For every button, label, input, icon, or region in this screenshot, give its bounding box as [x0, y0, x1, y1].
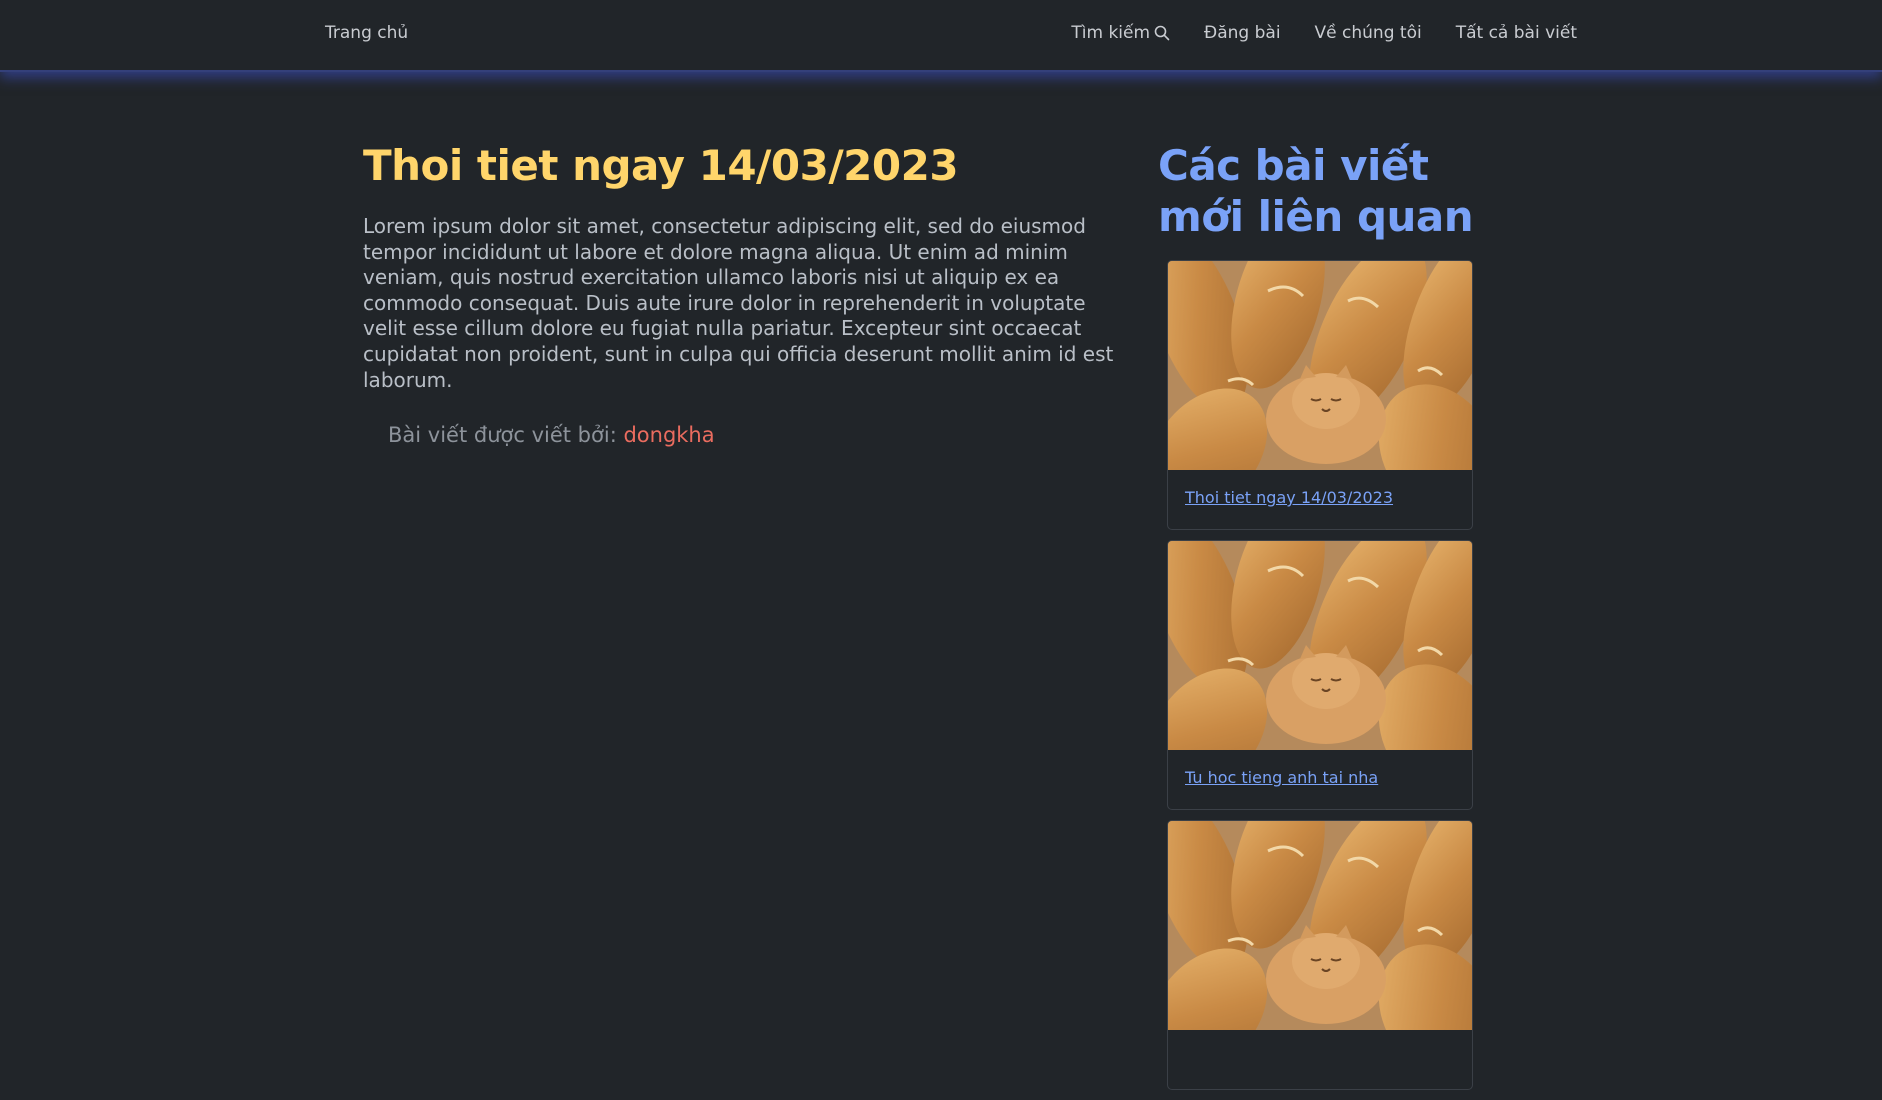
article-body: Lorem ipsum dolor sit amet, consectetur … [363, 214, 1114, 392]
article-title: Thoi tiet ngay 14/03/2023 [363, 141, 959, 190]
search-icon [1154, 25, 1170, 41]
top-navbar: Trang chủ Tìm kiếm Đăng bài Về chúng tôi… [0, 0, 1882, 72]
nav-links: Tìm kiếm Đăng bài Về chúng tôi Tất cả bà… [1071, 23, 1577, 43]
post-card-body [1168, 1030, 1472, 1089]
related-posts-sidebar: Các bài viết mới liên quan Thoi tiet nga… [1158, 140, 1518, 1100]
byline: Bài viết được viết bởi: dongkha [388, 423, 1123, 447]
nav-post-link[interactable]: Đăng bài [1204, 23, 1281, 43]
post-thumbnail[interactable] [1168, 821, 1472, 1030]
post-thumbnail[interactable] [1168, 541, 1472, 750]
post-card-body: Thoi tiet ngay 14/03/2023 [1168, 470, 1472, 529]
related-posts-list: Thoi tiet ngay 14/03/2023 Tu hoc tieng a… [1167, 260, 1518, 1090]
article: Thoi tiet ngay 14/03/2023 Lorem ipsum do… [363, 140, 1123, 447]
post-card [1167, 820, 1473, 1090]
nav-about-link[interactable]: Về chúng tôi [1315, 23, 1422, 43]
post-title-link[interactable]: Tu hoc tieng anh tai nha [1185, 768, 1378, 787]
nav-all-posts-link[interactable]: Tất cả bài viết [1456, 23, 1577, 43]
nav-search-label: Tìm kiếm [1071, 23, 1151, 43]
post-card: Thoi tiet ngay 14/03/2023 [1167, 260, 1473, 530]
author-name[interactable]: dongkha [623, 423, 714, 447]
post-thumbnail[interactable] [1168, 261, 1472, 470]
nav-home-link[interactable]: Trang chủ [325, 23, 408, 43]
post-title-link[interactable]: Thoi tiet ngay 14/03/2023 [1185, 488, 1393, 507]
byline-prefix: Bài viết được viết bởi: [388, 423, 617, 448]
post-card: Tu hoc tieng anh tai nha [1167, 540, 1473, 810]
post-card-body: Tu hoc tieng anh tai nha [1168, 750, 1472, 809]
nav-search-link[interactable]: Tìm kiếm [1071, 23, 1170, 43]
sidebar-title: Các bài viết mới liên quan [1158, 141, 1474, 241]
